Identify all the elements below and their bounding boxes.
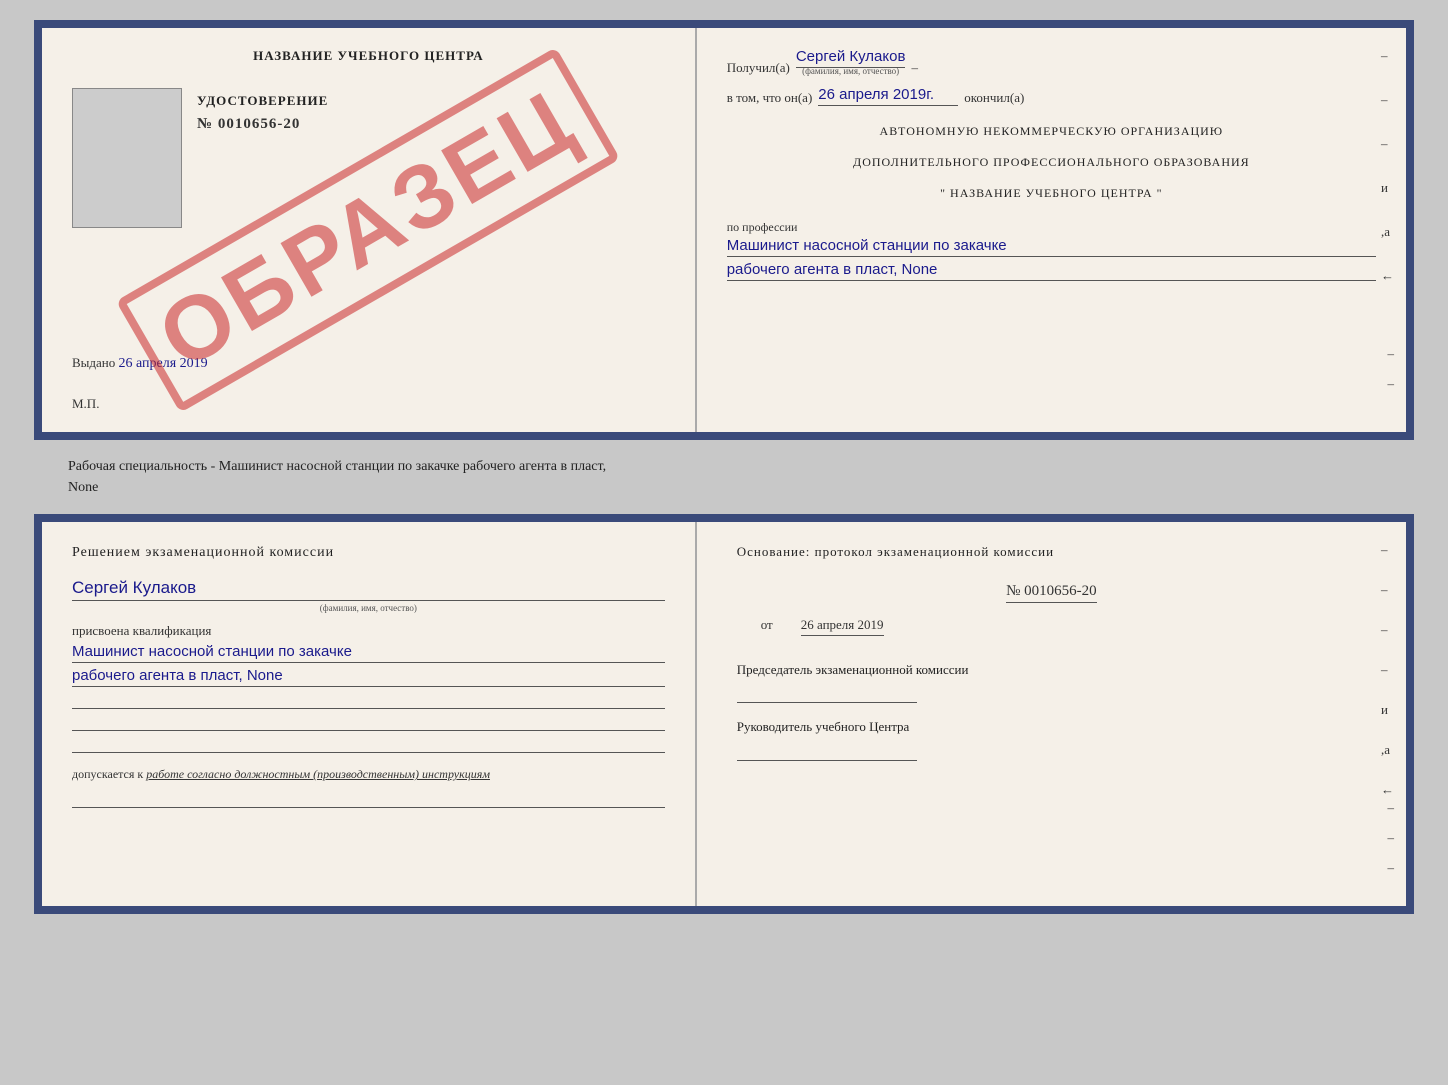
blank1	[72, 693, 665, 709]
certificate-bottom: Решением экзаменационной комиссии Сергей…	[34, 514, 1414, 914]
vidan-date: 26 апреля 2019	[119, 356, 208, 371]
brdash2: –	[1381, 582, 1394, 598]
specialty-none: None	[68, 480, 98, 495]
cert-bottom-right: Основание: протокол экзаменационной коми…	[697, 522, 1406, 906]
brdash5: и	[1381, 702, 1394, 718]
dopuskaetsya-label: допускается к	[72, 767, 143, 781]
brdash10: –	[1387, 860, 1394, 876]
rdash6: ←	[1381, 268, 1394, 284]
osnovanie-title: Основание: протокол экзаменационной коми…	[737, 542, 1366, 563]
rukovoditel-label: Руководитель учебного Центра	[737, 717, 1366, 737]
profession-line2: рабочего агента в пласт, None	[727, 261, 1376, 281]
kvalif-line2: рабочего агента в пласт, None	[72, 667, 665, 687]
bottom-right-dashes2: – – –	[1387, 800, 1394, 876]
poluchil-row: Получил(а) Сергей Кулаков (фамилия, имя,…	[727, 48, 1376, 76]
brdash8: –	[1387, 800, 1394, 816]
cert-mp: М.П.	[72, 396, 99, 412]
profession-line1: Машинист насосной станции по закачке	[727, 237, 1376, 257]
rdash4: и	[1381, 180, 1394, 196]
bottom-right-dashes: – – – – и ,а ←	[1381, 542, 1394, 798]
poluchil-sub: (фамилия, имя, отчество)	[796, 66, 906, 76]
blank3	[72, 737, 665, 753]
rdash8: –	[1387, 376, 1394, 392]
dopusk-value: работе согласно должностным (производств…	[146, 767, 490, 781]
brdash3: –	[1381, 622, 1394, 638]
blank2	[72, 715, 665, 731]
date-value: 26 апреля 2019	[801, 617, 884, 636]
certificate-top: НАЗВАНИЕ УЧЕБНОГО ЦЕНТРА УДОСТОВЕРЕНИЕ №…	[34, 20, 1414, 440]
body-line1: АВТОНОМНУЮ НЕКОММЕРЧЕСКУЮ ОРГАНИЗАЦИЮ	[727, 122, 1376, 141]
brdash4: –	[1381, 662, 1394, 678]
profession-section: по профессии Машинист насосной станции п…	[727, 220, 1376, 281]
cert-photo	[72, 88, 182, 228]
cert-number: № 0010656-20	[197, 116, 300, 133]
rdash2: –	[1381, 92, 1394, 108]
dopuskaetsya-text: допускается к работе согласно должностны…	[72, 767, 665, 782]
po-professii-label: по профессии	[727, 220, 1376, 235]
date-row: от 26 апреля 2019	[761, 613, 1366, 650]
body-line2: ДОПОЛНИТЕЛЬНОГО ПРОФЕССИОНАЛЬНОГО ОБРАЗО…	[727, 153, 1376, 172]
rukovoditel-sig-line	[737, 741, 917, 761]
poluchil-label: Получил(а)	[727, 60, 790, 76]
specialty-main: Рабочая специальность - Машинист насосно…	[68, 459, 606, 474]
date-prefix: от	[761, 617, 773, 633]
bottom-name-sub: (фамилия, имя, отчество)	[72, 603, 665, 613]
rdash5: ,а	[1381, 224, 1394, 240]
vtom-label: в том, что он(а)	[727, 90, 813, 106]
brdash7: ←	[1381, 782, 1394, 798]
blank4	[72, 792, 665, 808]
rdash7: –	[1387, 346, 1394, 362]
predsedatel-sig-line	[737, 683, 917, 703]
cert-top-left: НАЗВАНИЕ УЧЕБНОГО ЦЕНТРА УДОСТОВЕРЕНИЕ №…	[42, 28, 697, 432]
brdash6: ,а	[1381, 742, 1394, 758]
bottom-name-value: Сергей Кулаков	[72, 578, 665, 601]
rdash3: –	[1381, 136, 1394, 152]
udostoverenie-label: УДОСТОВЕРЕНИЕ	[197, 93, 328, 109]
right-dashes-col: – – – и ,а ←	[1381, 48, 1394, 284]
cert-vidan: Выдано 26 апреля 2019	[72, 355, 675, 372]
body-line3: " НАЗВАНИЕ УЧЕБНОГО ЦЕНТРА "	[727, 184, 1376, 203]
cert-top-title: НАЗВАНИЕ УЧЕБНОГО ЦЕНТРА	[253, 48, 484, 64]
komissia-text: Решением экзаменационной комиссии	[72, 542, 665, 564]
rdash1: –	[1381, 48, 1394, 64]
okonchil-label: окончил(а)	[964, 90, 1024, 106]
brdash9: –	[1387, 830, 1394, 846]
vtom-value: 26 апреля 2019г.	[818, 86, 958, 106]
prisvoena-text: присвоена квалификация	[72, 623, 665, 639]
specialty-text-row: Рабочая специальность - Машинист насосно…	[34, 450, 1414, 504]
kvalif-line1: Машинист насосной станции по закачке	[72, 643, 665, 663]
vidan-label: Выдано	[72, 355, 115, 370]
poluchil-value: Сергей Кулаков	[796, 48, 906, 68]
vtom-row: в том, что он(а) 26 апреля 2019г. окончи…	[727, 86, 1376, 106]
right-dashes-bottom2: – –	[1387, 346, 1394, 392]
cert-bottom-left: Решением экзаменационной комиссии Сергей…	[42, 522, 697, 906]
dash1: –	[911, 60, 918, 76]
cert-top-right: Получил(а) Сергей Кулаков (фамилия, имя,…	[697, 28, 1406, 432]
protokol-number-row: № 0010656-20	[737, 573, 1366, 607]
protokol-number: № 0010656-20	[1006, 583, 1097, 603]
brdash1: –	[1381, 542, 1394, 558]
predsedatel-label: Председатель экзаменационной комиссии	[737, 660, 1366, 680]
